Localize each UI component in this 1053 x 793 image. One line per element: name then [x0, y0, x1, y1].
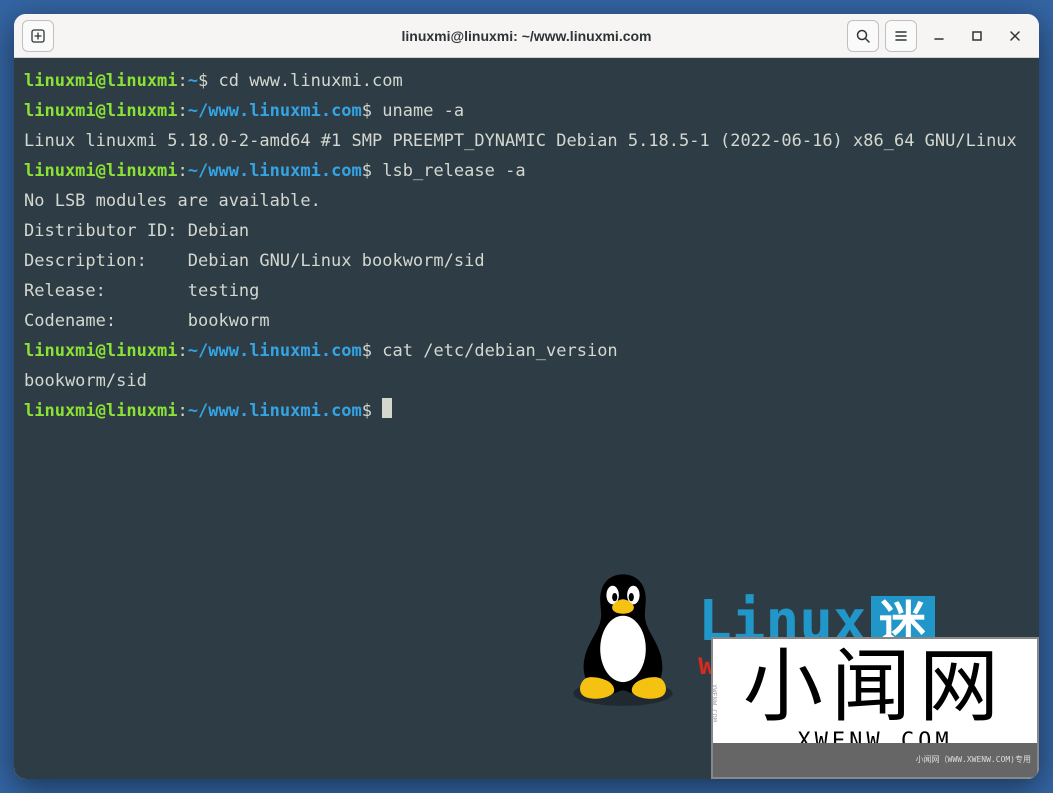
close-button[interactable] [999, 20, 1031, 52]
titlebar: linuxmi@linuxmi: ~/www.linuxmi.com [14, 14, 1039, 58]
watermark-footer: 小闻网（WWW.XWENW.COM)专用 [713, 743, 1037, 777]
prompt-user: linuxmi@linuxmi [24, 341, 178, 361]
minimize-button[interactable] [923, 20, 955, 52]
terminal-output: No LSB modules are available. [24, 186, 1029, 216]
cmd-text: cat /etc/debian_version [382, 341, 617, 361]
new-tab-button[interactable] [22, 20, 54, 52]
terminal-line: linuxmi@linuxmi:~/www.linuxmi.com$ lsb_r… [24, 156, 1029, 186]
cmd-text: uname -a [382, 101, 464, 121]
terminal-output: Description: Debian GNU/Linux bookworm/s… [24, 246, 1029, 276]
prompt-path: ~/www.linuxmi.com [188, 161, 362, 181]
cmd-text: lsb_release -a [382, 161, 525, 181]
prompt-user: linuxmi@linuxmi [24, 101, 178, 121]
watermark-xwen-cn: 小闻网 [743, 647, 1007, 727]
prompt-path: ~ [188, 71, 198, 91]
search-button[interactable] [847, 20, 879, 52]
prompt-user: linuxmi@linuxmi [24, 71, 178, 91]
terminal-line: linuxmi@linuxmi:~/www.linuxmi.com$ cat /… [24, 336, 1029, 366]
watermark-side-text: XWENW.COM [715, 649, 729, 757]
terminal-output: Linux linuxmi 5.18.0-2-amd64 #1 SMP PREE… [24, 126, 1029, 156]
terminal-output: Distributor ID: Debian [24, 216, 1029, 246]
terminal-window: linuxmi@linuxmi: ~/www.linuxmi.com linux… [14, 14, 1039, 779]
search-icon [855, 28, 871, 44]
tux-icon [558, 564, 688, 709]
prompt-path: ~/www.linuxmi.com [188, 401, 362, 421]
terminal-output: Codename: bookworm [24, 306, 1029, 336]
terminal-output: Release: testing [24, 276, 1029, 306]
cursor [382, 398, 392, 418]
minimize-icon [931, 28, 947, 44]
close-icon [1007, 28, 1023, 44]
hamburger-icon [893, 28, 909, 44]
watermark-xwenw: XWENW.COM 小闻网 XWENW.COM 小闻网（WWW.XWENW.CO… [711, 637, 1039, 779]
prompt-path: ~/www.linuxmi.com [188, 341, 362, 361]
terminal-line: linuxmi@linuxmi:~$ cd www.linuxmi.com [24, 66, 1029, 96]
maximize-button[interactable] [961, 20, 993, 52]
terminal-body[interactable]: linuxmi@linuxmi:~$ cd www.linuxmi.com li… [14, 58, 1039, 779]
prompt-user: linuxmi@linuxmi [24, 161, 178, 181]
prompt-user: linuxmi@linuxmi [24, 401, 178, 421]
terminal-line: linuxmi@linuxmi:~/www.linuxmi.com$ uname… [24, 96, 1029, 126]
prompt-path: ~/www.linuxmi.com [188, 101, 362, 121]
cmd-text: cd www.linuxmi.com [219, 71, 403, 91]
terminal-output: bookworm/sid [24, 366, 1029, 396]
terminal-line: linuxmi@linuxmi:~/www.linuxmi.com$ [24, 396, 1029, 426]
plus-icon [30, 28, 46, 44]
menu-button[interactable] [885, 20, 917, 52]
maximize-icon [969, 28, 985, 44]
